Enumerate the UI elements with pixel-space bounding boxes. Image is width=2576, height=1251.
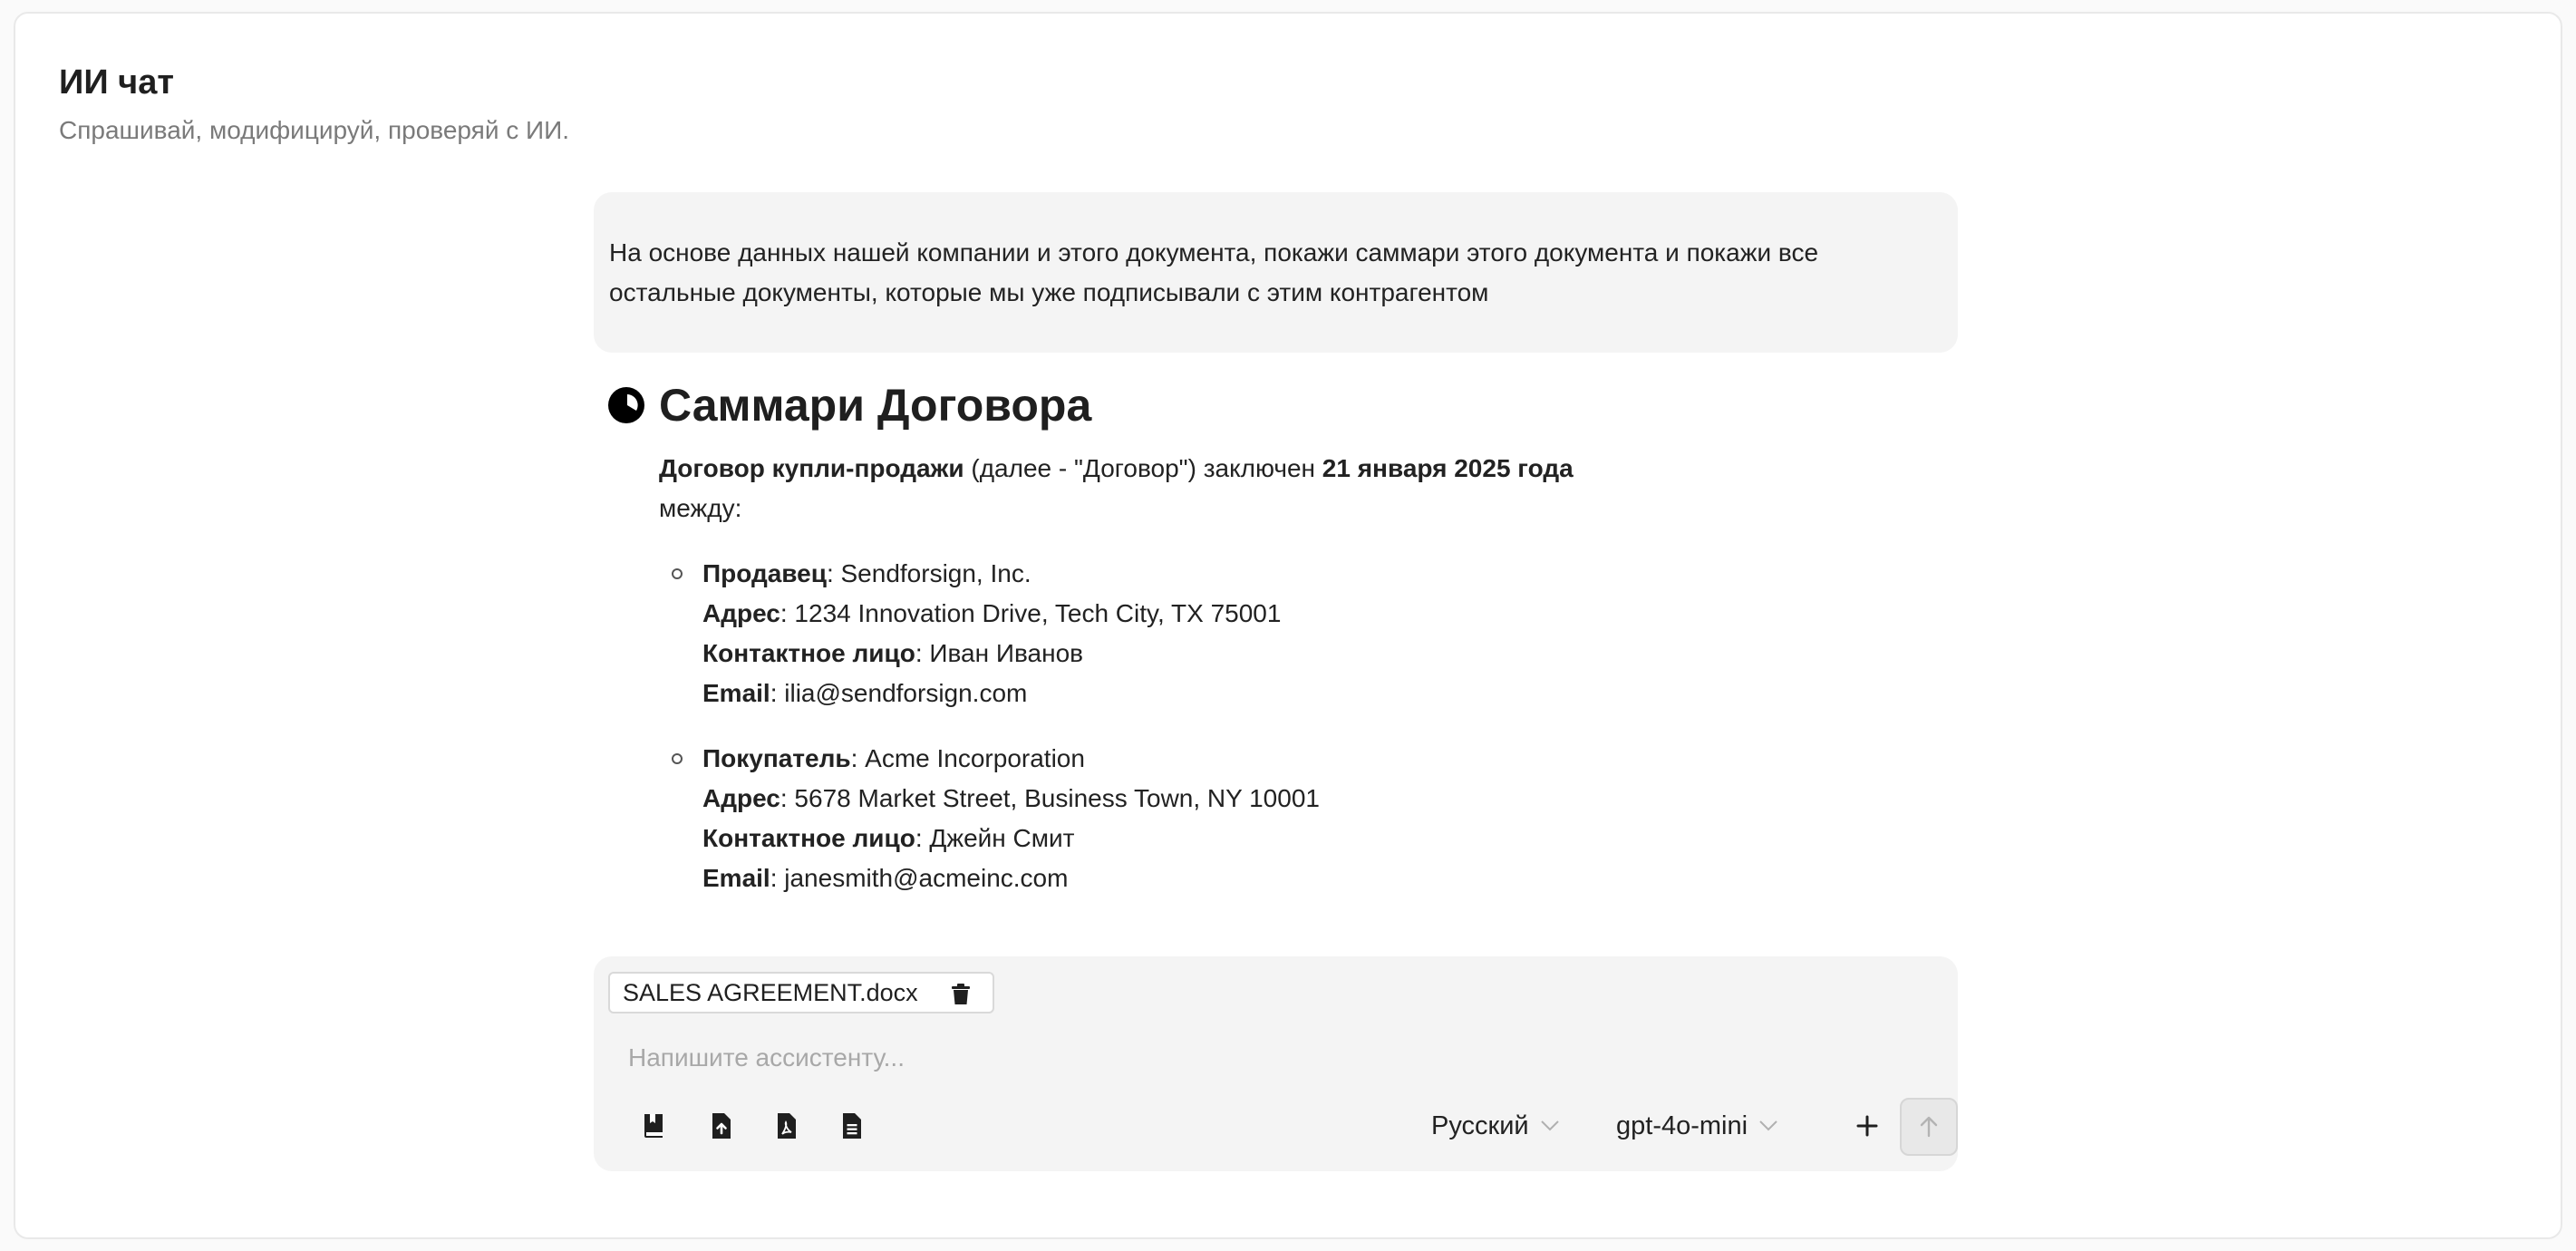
party-seller: Продавец: Sendforsign, Inc. Адрес: 1234 … (659, 554, 1320, 713)
chevron-down-icon (1540, 1120, 1559, 1131)
model-select[interactable]: gpt-4o-mini (1616, 1108, 1778, 1144)
chat-thread: На основе данных нашей компании и этого … (594, 192, 1958, 947)
party-address-label: Адрес (702, 784, 780, 812)
message-input[interactable] (628, 1040, 1924, 1076)
page-subtitle: Спрашивай, модифицируй, проверяй с ИИ. (59, 116, 570, 144)
intro-tail: между: (659, 494, 742, 522)
plus-icon (1856, 1115, 1878, 1137)
pdf-file-button[interactable] (769, 1108, 805, 1144)
text-document-button[interactable] (834, 1108, 870, 1144)
book-icon (644, 1114, 663, 1138)
party-contact-label: Контактное лицо (702, 639, 915, 667)
party-address-value: : 5678 Market Street, Business Town, NY … (780, 784, 1320, 812)
party-address-value: : 1234 Innovation Drive, Tech City, TX 7… (780, 599, 1282, 627)
party-role-value: : Acme Incorporation (850, 744, 1085, 772)
party-contact-value: : Иван Иванов (915, 639, 1084, 667)
add-button[interactable] (1849, 1108, 1885, 1144)
send-button[interactable] (1900, 1098, 1958, 1156)
bullet (672, 568, 683, 579)
party-buyer: Покупатель: Acme Incorporation Адрес: 56… (659, 739, 1320, 898)
party-role-label: Покупатель (702, 744, 851, 772)
contract-date: 21 января 2025 года (1322, 454, 1574, 482)
page-title: ИИ чат (59, 63, 174, 102)
language-value: Русский (1431, 1110, 1529, 1140)
party-contact-label: Контактное лицо (702, 824, 915, 852)
document-icon (843, 1113, 861, 1139)
party-email-value: : janesmith@acmeinc.com (770, 864, 1069, 892)
intro-middle: (далее - "Договор") заключен (964, 454, 1322, 482)
assistant-message: Саммари Договора Договор купли-продажи (… (594, 376, 1958, 947)
party-email-value: : ilia@sendforsign.com (770, 679, 1028, 707)
language-select[interactable]: Русский (1431, 1108, 1560, 1144)
party-address-label: Адрес (702, 599, 780, 627)
party-email-label: Email (702, 864, 770, 892)
parties-list: Продавец: Sendforsign, Inc. Адрес: 1234 … (659, 554, 1320, 924)
summary-title: Саммари Договора (659, 380, 1092, 431)
arrow-up-icon (1920, 1116, 1938, 1138)
contract-name: Договор купли-продажи (659, 454, 964, 482)
party-role-label: Продавец (702, 559, 827, 587)
party-role-value: : Sendforsign, Inc. (826, 559, 1031, 587)
user-message: На основе данных нашей компании и этого … (594, 192, 1958, 353)
user-message-text: На основе данных нашей компании и этого … (609, 238, 1819, 306)
knowledge-base-button[interactable] (635, 1108, 672, 1144)
attachment-name: SALES AGREEMENT.docx (623, 978, 918, 1006)
party-contact-value: : Джейн Смит (915, 824, 1075, 852)
file-upload-icon (712, 1113, 731, 1139)
upload-file-button[interactable] (703, 1108, 740, 1144)
party-email-label: Email (702, 679, 770, 707)
attachment-chip: SALES AGREEMENT.docx (608, 972, 994, 1013)
chevron-down-icon (1759, 1120, 1777, 1131)
pdf-file-icon (778, 1113, 796, 1139)
bullet (672, 753, 683, 764)
pie-chart-icon (608, 387, 644, 423)
contract-intro: Договор купли-продажи (далее - "Договор"… (659, 449, 1747, 529)
message-composer: SALES AGREEMENT.docx Напишите ассистенту… (594, 956, 1958, 1171)
trash-icon[interactable] (949, 983, 973, 1006)
model-value: gpt-4o-mini (1616, 1110, 1748, 1140)
